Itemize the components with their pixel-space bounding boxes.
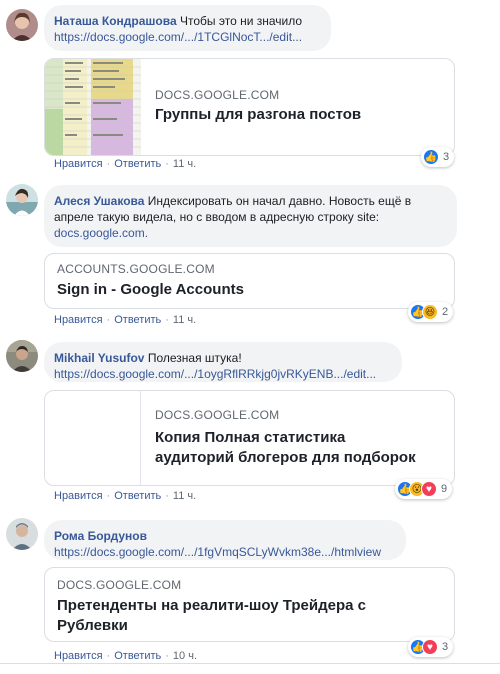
link-preview-title: аудиторий блогеров для подборок	[155, 449, 416, 466]
reactions-count: 2	[442, 306, 449, 318]
reactions-badge[interactable]: 👍 😮 ♥ 9	[395, 479, 453, 499]
link-preview-domain: DOCS.GOOGLE.COM	[155, 88, 280, 102]
reactions-count: 9	[441, 483, 448, 495]
comment-text: Полезная штука!	[147, 351, 242, 365]
comment-time[interactable]: 11 ч.	[173, 490, 196, 502]
link-preview-title: Претенденты на реалити-шоу Трейдера с	[57, 597, 366, 614]
reply-action[interactable]: Ответить	[114, 650, 161, 662]
love-icon: ♥	[421, 481, 437, 497]
comment-link[interactable]: https://docs.google.com/.../1oygRflRRkjg…	[54, 367, 376, 381]
comment-actions: Нравится · Ответить · 11 ч.	[54, 158, 197, 170]
link-preview-domain: DOCS.GOOGLE.COM	[57, 578, 182, 592]
comment-link[interactable]: https://docs.google.com/.../1TCGlNocT...…	[54, 30, 302, 44]
like-action[interactable]: Нравится	[54, 158, 103, 170]
reply-action[interactable]: Ответить	[114, 490, 161, 502]
reactions-badge[interactable]: 👍 3	[421, 147, 455, 167]
link-preview-title: Рублевки	[57, 617, 128, 634]
link-preview-title: Sign in - Google Accounts	[57, 281, 244, 298]
comment-actions: Нравится · Ответить · 11 ч.	[54, 314, 197, 326]
link-preview-card[interactable]: ACCOUNTS.GOOGLE.COM Sign in - Google Acc…	[44, 253, 455, 309]
comment-time[interactable]: 10 ч.	[173, 650, 197, 662]
comment-author[interactable]: Рома Бордунов	[54, 529, 147, 543]
divider	[0, 663, 500, 664]
link-preview-thumbnail	[45, 391, 141, 485]
like-icon: 👍	[423, 149, 439, 165]
comment-link[interactable]: docs.google.com.	[54, 226, 148, 240]
comment-bubble: Наташа Кондрашова Чтобы это ни значило h…	[44, 5, 331, 51]
reactions-badge[interactable]: 👍 😆 2	[408, 302, 454, 322]
like-action[interactable]: Нравится	[54, 490, 103, 502]
haha-icon: 😆	[422, 304, 438, 320]
comment-bubble: Алеся Ушакова Индексировать он начал дав…	[44, 185, 457, 247]
comment-text: Чтобы это ни значило	[180, 14, 303, 28]
comment-bubble: Рома Бордунов https://docs.google.com/..…	[44, 520, 406, 560]
like-action[interactable]: Нравится	[54, 650, 103, 662]
like-action[interactable]: Нравится	[54, 314, 103, 326]
comment-author[interactable]: Алеся Ушакова	[54, 194, 144, 208]
comment-bubble: Mikhail Yusufov Полезная штука! https://…	[44, 342, 402, 382]
link-preview-thumbnail	[45, 59, 141, 155]
reactions-count: 3	[443, 151, 450, 163]
avatar[interactable]	[6, 518, 38, 550]
reactions-count: 3	[442, 641, 449, 653]
reply-action[interactable]: Ответить	[114, 314, 161, 326]
link-preview-title: Группы для разгона постов	[155, 106, 362, 123]
link-preview-domain: DOCS.GOOGLE.COM	[155, 408, 280, 422]
link-preview-card[interactable]: DOCS.GOOGLE.COM Претенденты на реалити-ш…	[44, 567, 455, 642]
reactions-badge[interactable]: 👍 ♥ 3	[408, 637, 454, 657]
avatar[interactable]	[6, 9, 38, 41]
avatar[interactable]	[6, 184, 38, 216]
comment-actions: Нравится · Ответить · 10 ч.	[54, 650, 198, 662]
comment-author[interactable]: Наташа Кондрашова	[54, 14, 177, 28]
avatar[interactable]	[6, 340, 38, 372]
link-preview-domain: ACCOUNTS.GOOGLE.COM	[57, 262, 215, 276]
love-icon: ♥	[422, 639, 438, 655]
link-preview-card[interactable]: DOCS.GOOGLE.COM Копия Полная статистика …	[44, 390, 455, 486]
comment-actions: Нравится · Ответить · 11 ч.	[54, 490, 197, 502]
reply-action[interactable]: Ответить	[114, 158, 161, 170]
comment-time[interactable]: 11 ч.	[173, 158, 196, 170]
link-preview-title: Копия Полная статистика	[155, 429, 346, 446]
comment-time[interactable]: 11 ч.	[173, 314, 196, 326]
comment-author[interactable]: Mikhail Yusufov	[54, 351, 144, 365]
comment-link[interactable]: https://docs.google.com/.../1fgVmqSCLyWv…	[54, 545, 381, 559]
link-preview-card[interactable]: DOCS.GOOGLE.COM Группы для разгона посто…	[44, 58, 455, 156]
